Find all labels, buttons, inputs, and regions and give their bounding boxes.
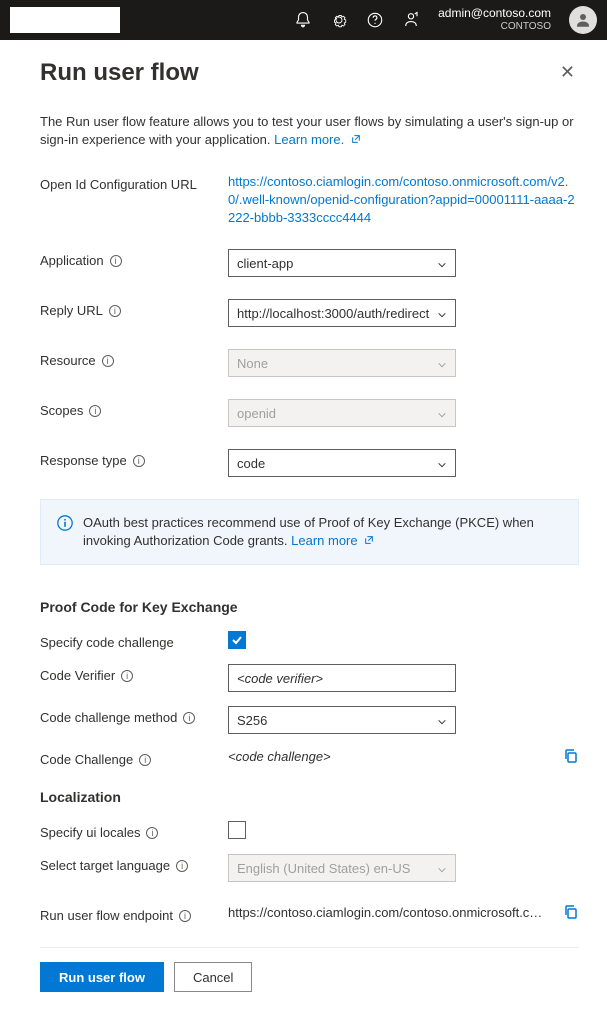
external-link-icon: [364, 532, 374, 542]
help-icon[interactable]: [366, 11, 384, 29]
info-icon[interactable]: i: [109, 305, 121, 317]
pkce-heading: Proof Code for Key Exchange: [40, 599, 579, 615]
field-response-type: Response type i code: [40, 449, 579, 477]
code-verifier-label: Code Verifier: [40, 668, 115, 683]
panel-header: Run user flow ✕: [40, 58, 579, 87]
resource-label: Resource: [40, 353, 96, 368]
resource-dropdown: None: [228, 349, 456, 377]
challenge-method-label: Code challenge method: [40, 710, 177, 725]
application-label: Application: [40, 253, 104, 268]
field-specify-locales: Specify ui locales i: [40, 821, 579, 840]
field-scopes: Scopes i openid: [40, 399, 579, 427]
openid-url[interactable]: https://contoso.ciamlogin.com/contoso.on…: [228, 173, 579, 227]
button-row: Run user flow Cancel: [40, 962, 579, 992]
code-challenge-value: <code challenge>: [228, 749, 543, 764]
target-language-dropdown: English (United States) en-US: [228, 854, 456, 882]
specify-locales-label: Specify ui locales: [40, 825, 140, 840]
learn-more-link[interactable]: Learn more.: [274, 132, 361, 147]
chevron-down-icon: [437, 308, 447, 318]
info-icon[interactable]: i: [89, 405, 101, 417]
account-info[interactable]: admin@contoso.com CONTOSO: [438, 6, 551, 34]
copy-button[interactable]: [563, 748, 579, 764]
account-org: CONTOSO: [438, 20, 551, 34]
chevron-down-icon: [437, 863, 447, 873]
chevron-down-icon: [437, 458, 447, 468]
field-specify-challenge: Specify code challenge: [40, 631, 579, 650]
info-icon[interactable]: i: [133, 455, 145, 467]
pkce-info-banner: OAuth best practices recommend use of Pr…: [40, 499, 579, 565]
code-challenge-label: Code Challenge: [40, 752, 133, 767]
top-bar: admin@contoso.com CONTOSO: [0, 0, 607, 40]
search-input[interactable]: [10, 7, 120, 33]
panel-title: Run user flow: [40, 59, 199, 87]
chevron-down-icon: [437, 408, 447, 418]
field-challenge-method: Code challenge method i S256: [40, 706, 579, 734]
openid-label: Open Id Configuration URL: [40, 173, 228, 192]
info-icon[interactable]: i: [110, 255, 122, 267]
cancel-button[interactable]: Cancel: [174, 962, 252, 992]
reply-url-dropdown[interactable]: http://localhost:3000/auth/redirect: [228, 299, 456, 327]
target-language-label: Select target language: [40, 858, 170, 873]
field-reply-url: Reply URL i http://localhost:3000/auth/r…: [40, 299, 579, 327]
close-button[interactable]: ✕: [556, 58, 579, 87]
specify-challenge-checkbox[interactable]: [228, 631, 246, 649]
feedback-icon[interactable]: [402, 11, 420, 29]
chevron-down-icon: [437, 258, 447, 268]
response-type-label: Response type: [40, 453, 127, 468]
run-button[interactable]: Run user flow: [40, 962, 164, 992]
field-code-challenge: Code Challenge i <code challenge>: [40, 748, 579, 767]
field-resource: Resource i None: [40, 349, 579, 377]
divider: [40, 947, 579, 948]
gear-icon[interactable]: [330, 11, 348, 29]
specify-locales-checkbox[interactable]: [228, 821, 246, 839]
reply-url-label: Reply URL: [40, 303, 103, 318]
specify-challenge-label: Specify code challenge: [40, 631, 228, 650]
info-icon[interactable]: i: [146, 827, 158, 839]
banner-learn-more-link[interactable]: Learn more: [291, 533, 374, 548]
endpoint-label: Run user flow endpoint: [40, 908, 173, 923]
endpoint-value: https://contoso.ciamlogin.com/contoso.on…: [228, 905, 543, 920]
scopes-dropdown: openid: [228, 399, 456, 427]
bell-icon[interactable]: [294, 11, 312, 29]
field-openid: Open Id Configuration URL https://contos…: [40, 173, 579, 227]
field-endpoint: Run user flow endpoint i https://contoso…: [40, 904, 579, 923]
account-email: admin@contoso.com: [438, 6, 551, 20]
info-icon[interactable]: i: [176, 860, 188, 872]
chevron-down-icon: [437, 715, 447, 725]
info-icon[interactable]: i: [179, 910, 191, 922]
panel-description: The Run user flow feature allows you to …: [40, 113, 579, 149]
localization-heading: Localization: [40, 789, 579, 805]
info-icon[interactable]: i: [102, 355, 114, 367]
avatar[interactable]: [569, 6, 597, 34]
info-icon[interactable]: i: [183, 712, 195, 724]
application-dropdown[interactable]: client-app: [228, 249, 456, 277]
copy-button[interactable]: [563, 904, 579, 920]
field-application: Application i client-app: [40, 249, 579, 277]
external-link-icon: [351, 131, 361, 141]
info-icon[interactable]: i: [139, 754, 151, 766]
response-type-dropdown[interactable]: code: [228, 449, 456, 477]
chevron-down-icon: [437, 358, 447, 368]
panel: Run user flow ✕ The Run user flow featur…: [0, 40, 607, 1010]
info-icon: [57, 515, 73, 531]
challenge-method-dropdown[interactable]: S256: [228, 706, 456, 734]
info-icon[interactable]: i: [121, 670, 133, 682]
field-target-language: Select target language i English (United…: [40, 854, 579, 882]
scopes-label: Scopes: [40, 403, 83, 418]
field-code-verifier: Code Verifier i <code verifier>: [40, 664, 579, 692]
code-verifier-input[interactable]: <code verifier>: [228, 664, 456, 692]
